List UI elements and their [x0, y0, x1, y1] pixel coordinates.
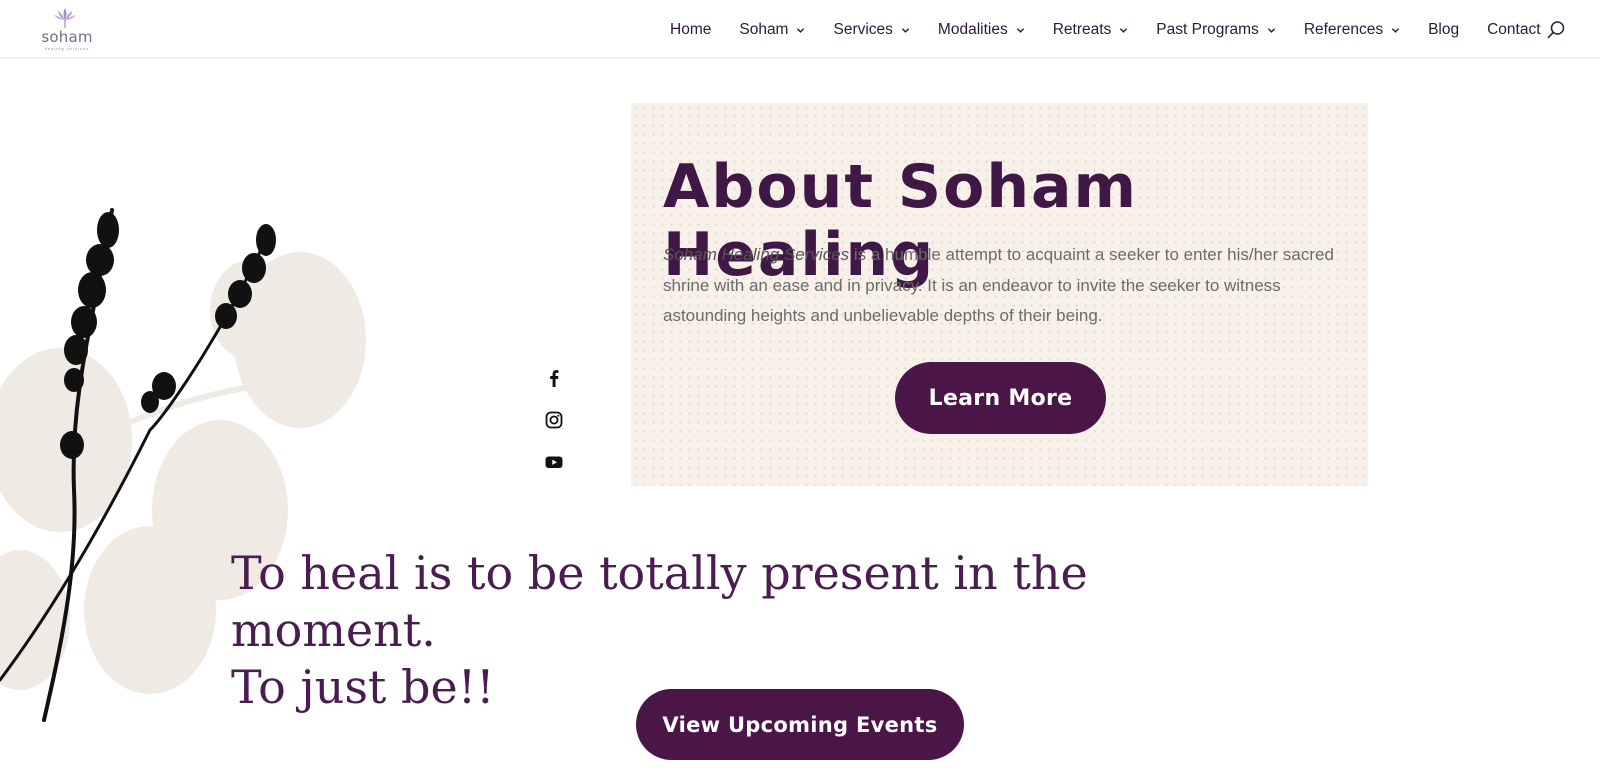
logo-wordmark: soham [41, 28, 93, 46]
main-nav: Home Soham Services Modalities Retreats … [670, 19, 1563, 41]
quote-line-1: To heal is to be totally present in the … [231, 546, 1088, 657]
instagram-icon[interactable] [544, 410, 564, 430]
nav-soham[interactable]: Soham [739, 21, 805, 39]
nav-retreats[interactable]: Retreats [1053, 21, 1129, 39]
nav-soham-label: Soham [739, 21, 789, 38]
facebook-icon[interactable] [544, 368, 564, 388]
nav-past-programs-label: Past Programs [1156, 21, 1259, 38]
chevron-down-icon [1016, 27, 1024, 33]
logo[interactable]: soham healing services [38, 6, 94, 52]
learn-more-button[interactable]: Learn More [895, 362, 1106, 434]
nav-contact[interactable]: Contact [1487, 21, 1540, 39]
nav-modalities[interactable]: Modalities [938, 21, 1025, 39]
nav-references[interactable]: References [1304, 21, 1400, 39]
nav-services[interactable]: Services [833, 21, 910, 39]
search-icon[interactable] [1546, 20, 1566, 40]
nav-past-programs[interactable]: Past Programs [1156, 21, 1276, 39]
view-upcoming-events-button[interactable]: View Upcoming Events [636, 689, 964, 760]
chevron-down-icon [1120, 27, 1128, 33]
chevron-down-icon [1391, 27, 1400, 33]
nav-home[interactable]: Home [670, 21, 711, 39]
chevron-down-icon [901, 27, 910, 33]
nav-references-label: References [1303, 21, 1384, 38]
lotus-icon [54, 8, 76, 28]
nav-blog[interactable]: Blog [1428, 21, 1459, 39]
about-description: Soham Healing Services is a humble attem… [663, 240, 1343, 332]
youtube-icon[interactable] [544, 452, 564, 472]
nav-retreats-label: Retreats [1052, 21, 1112, 38]
nav-home-label: Home [670, 21, 712, 38]
nav-contact-label: Contact [1487, 21, 1541, 38]
chevron-down-icon [797, 27, 805, 33]
nav-modalities-label: Modalities [937, 21, 1008, 38]
nav-services-label: Services [833, 21, 893, 38]
about-description-italic: Soham Healing Services [663, 245, 850, 264]
about-section: About Soham Healing Soham Healing Servic… [631, 103, 1368, 486]
site-header: soham healing services Home Soham Servic… [0, 0, 1600, 58]
logo-tagline: healing services [44, 46, 90, 51]
nav-blog-label: Blog [1428, 21, 1460, 38]
chevron-down-icon [1267, 27, 1275, 33]
